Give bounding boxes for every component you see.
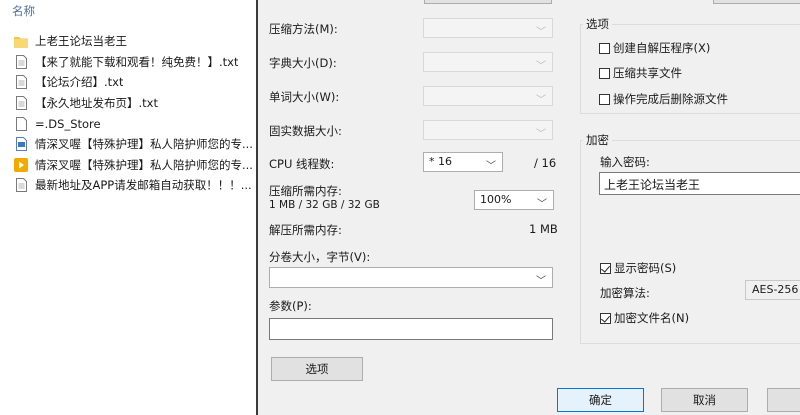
- folder-icon: [14, 34, 28, 49]
- list-item[interactable]: 情深叉喔【特殊护理】私人陪护师您的专...: [14, 134, 264, 155]
- file-name: 【论坛介绍】.txt: [35, 75, 124, 90]
- file-name: 情深叉喔【特殊护理】私人陪护师您的专...: [35, 137, 253, 152]
- password-value: 上老王论坛当老王: [604, 178, 701, 192]
- file-name: 【永久地址发布页】.txt: [35, 96, 158, 111]
- chevron-down-icon: ﹀: [537, 199, 547, 210]
- password-input[interactable]: 上老王论坛当老王: [599, 172, 800, 195]
- cpu-threads-value: * 16: [429, 155, 452, 168]
- create-sfx-checkbox[interactable]: 创建自解压程序(X): [599, 40, 710, 56]
- list-item[interactable]: 【来了就能下载和观看！纯免费！】.txt: [14, 52, 264, 73]
- file-list: 上老王论坛当老王 【来了就能下载和观看！纯免费！】.txt 【论坛介绍】.txt…: [14, 31, 264, 196]
- solid-block-select[interactable]: ﹀: [423, 120, 553, 140]
- blank-file-icon: [14, 116, 28, 131]
- options-button[interactable]: 选项: [271, 357, 363, 381]
- ok-button[interactable]: 确定: [557, 388, 644, 412]
- list-item[interactable]: 最新地址及APP请发邮箱自动获取！！！...: [14, 175, 264, 196]
- word-size-select[interactable]: ﹀: [423, 86, 553, 106]
- compress-method-label: 压缩方法(M):: [269, 22, 338, 36]
- file-name: 最新地址及APP请发邮箱自动获取！！！...: [35, 178, 252, 193]
- encryption-method-select[interactable]: AES-256: [745, 280, 800, 300]
- sort-caret-icon: ⌃: [131, 0, 139, 4]
- compress-memory-value: 1 MB / 32 GB / 32 GB: [269, 199, 380, 211]
- file-name: 【来了就能下载和观看！纯免费！】.txt: [35, 54, 239, 69]
- solid-block-label: 固实数据大小:: [269, 124, 342, 138]
- chevron-down-icon: ﹀: [536, 61, 546, 72]
- checkbox-checked: [600, 262, 611, 274]
- chevron-down-icon: ﹀: [536, 276, 546, 287]
- create-sfx-label: 创建自解压程序(X): [613, 41, 711, 55]
- text-file-icon: [14, 178, 28, 193]
- enter-password-label: 输入密码:: [600, 155, 650, 169]
- help-button-partial[interactable]: [767, 388, 800, 412]
- file-explorer-pane: 名称 ⌃ 上老王论坛当老王 【来了就能下载和观看！纯免费！】.txt 【论坛介绍…: [0, 0, 256, 415]
- encrypt-filenames-checkbox[interactable]: 加密文件名(N): [600, 310, 689, 326]
- compress-memory-label: 压缩所需内存:: [269, 184, 342, 198]
- delete-after-checkbox[interactable]: 操作完成后删除源文件: [599, 91, 728, 107]
- split-volume-label: 分卷大小，字节(V):: [269, 250, 371, 264]
- list-item[interactable]: 【论坛介绍】.txt: [14, 72, 264, 93]
- image-file-icon: [14, 137, 28, 152]
- dict-size-select[interactable]: ﹀: [423, 52, 553, 72]
- add-to-archive-dialog: 压缩方法(M): ﹀ 字典大小(D): ﹀ 单词大小(W): ﹀ 固实数据大小:…: [258, 0, 800, 415]
- chevron-down-icon: ﹀: [536, 27, 546, 38]
- compress-method-select[interactable]: ﹀: [423, 18, 553, 38]
- encryption-method-label: 加密算法:: [600, 286, 650, 300]
- text-file-icon: [14, 96, 28, 111]
- list-item[interactable]: 上老王论坛当老王: [14, 31, 264, 52]
- file-name: 情深叉喔【特殊护理】私人陪护师您的专...: [35, 157, 253, 172]
- list-item[interactable]: =.DS_Store: [14, 113, 264, 134]
- checkbox-box: [599, 93, 610, 105]
- list-item[interactable]: 情深叉喔【特殊护理】私人陪护师您的专...: [14, 155, 264, 176]
- word-size-label: 单词大小(W):: [269, 90, 340, 104]
- cpu-threads-total: / 16: [534, 156, 557, 170]
- cpu-threads-label: CPU 线程数:: [269, 157, 335, 171]
- show-password-checkbox[interactable]: 显示密码(S): [600, 260, 676, 276]
- split-volume-select[interactable]: ﹀: [269, 267, 553, 288]
- text-file-icon: [14, 54, 28, 69]
- memory-percent-select[interactable]: 100% ﹀: [474, 190, 554, 210]
- params-label: 参数(P):: [269, 299, 312, 313]
- encrypt-filenames-label: 加密文件名(N): [614, 311, 690, 325]
- params-input[interactable]: [269, 318, 553, 340]
- name-column-header[interactable]: 名称: [12, 3, 35, 19]
- compress-shared-label: 压缩共享文件: [613, 66, 682, 80]
- decompress-memory-value: 1 MB: [529, 222, 558, 236]
- cpu-threads-select[interactable]: * 16 ﹀: [423, 152, 503, 172]
- decompress-memory-label: 解压所需内存:: [269, 223, 342, 237]
- checkbox-box: [599, 67, 610, 79]
- list-item[interactable]: 【永久地址发布页】.txt: [14, 93, 264, 114]
- checkbox-checked: [600, 312, 611, 324]
- file-name: =.DS_Store: [35, 116, 101, 131]
- dict-size-label: 字典大小(D):: [269, 56, 337, 70]
- top-right-partial-button[interactable]: [713, 0, 800, 4]
- encryption-method-value: AES-256: [752, 283, 799, 296]
- encryption-group-title: 加密: [583, 132, 612, 148]
- video-file-icon: [14, 157, 28, 172]
- show-password-label: 显示密码(S): [614, 261, 677, 275]
- cancel-button[interactable]: 取消: [661, 388, 748, 412]
- memory-percent-value: 100%: [480, 193, 512, 206]
- chevron-down-icon: ﹀: [486, 161, 496, 172]
- checkbox-box: [599, 42, 610, 54]
- top-partial-button[interactable]: [424, 0, 552, 4]
- compress-shared-checkbox[interactable]: 压缩共享文件: [599, 65, 682, 81]
- chevron-down-icon: ﹀: [536, 129, 546, 140]
- chevron-down-icon: ﹀: [536, 95, 546, 106]
- text-file-icon: [14, 75, 28, 90]
- options-group-title: 选项: [583, 16, 612, 32]
- file-name: 上老王论坛当老王: [35, 34, 127, 49]
- delete-after-label: 操作完成后删除源文件: [613, 92, 728, 106]
